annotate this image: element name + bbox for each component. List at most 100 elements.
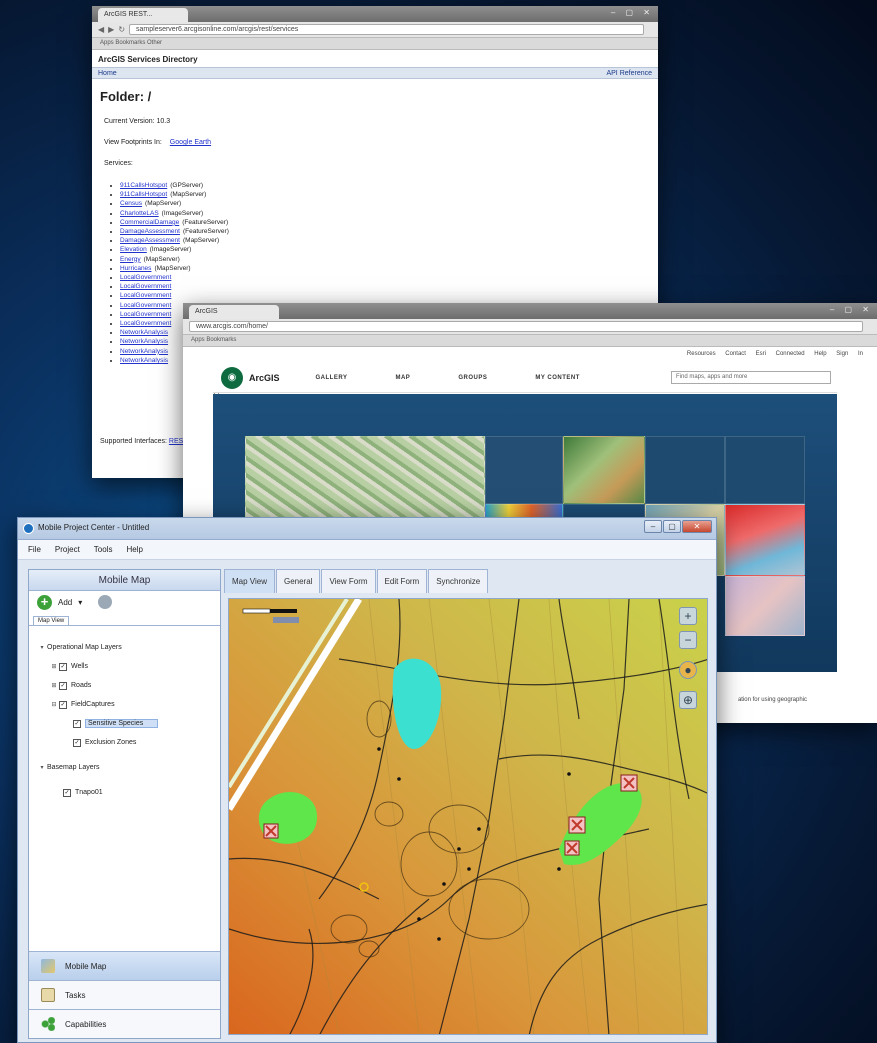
- service-link[interactable]: LocalGovernment: [120, 292, 171, 299]
- service-link[interactable]: LocalGovernment: [120, 302, 171, 309]
- options-icon[interactable]: [98, 595, 113, 609]
- google-earth-link[interactable]: Google Earth: [170, 139, 211, 146]
- full-extent-button[interactable]: ⊕: [679, 691, 697, 709]
- service-item: 911CallsHotspot(MapServer): [120, 190, 658, 199]
- map-thumbnail[interactable]: [725, 436, 805, 504]
- service-link[interactable]: 911CallsHotspot: [120, 191, 167, 198]
- collapse-icon[interactable]: ▾: [37, 644, 47, 651]
- tab-synchronize[interactable]: Synchronize: [428, 569, 489, 593]
- tree-node-sensitive-species[interactable]: ✓ Sensitive Species: [29, 714, 220, 733]
- menu-help[interactable]: Help: [126, 545, 142, 554]
- bookmarks-bar[interactable]: Apps Bookmarks: [183, 335, 877, 347]
- service-link[interactable]: NetworkAnalysis: [120, 338, 168, 345]
- browser-tab[interactable]: ArcGIS: [189, 305, 279, 319]
- service-link[interactable]: 911CallsHotspot: [120, 182, 167, 189]
- search-input[interactable]: Find maps, apps and more: [671, 371, 831, 384]
- service-link[interactable]: Census: [120, 200, 142, 207]
- layer-checkbox[interactable]: ✓: [63, 788, 71, 797]
- service-link[interactable]: Elevation: [120, 246, 147, 253]
- capabilities-nav-button[interactable]: Capabilities: [29, 1009, 220, 1038]
- tab-general[interactable]: General: [275, 569, 321, 593]
- tree-node-operational[interactable]: ▾ Operational Map Layers: [29, 638, 220, 657]
- nav-my-content[interactable]: MY CONTENT: [535, 375, 580, 381]
- url-field[interactable]: sampleserver6.arcgisonline.com/arcgis/re…: [129, 24, 644, 35]
- maximize-button[interactable]: ▢: [663, 520, 681, 533]
- tree-node-basemap[interactable]: ▾ Basemap Layers: [29, 758, 220, 777]
- pan-button[interactable]: ●: [679, 661, 697, 679]
- layer-checkbox[interactable]: ✓: [59, 700, 67, 709]
- service-link[interactable]: NetworkAnalysis: [120, 329, 168, 336]
- map-thumbnail[interactable]: [645, 436, 725, 504]
- layer-checkbox[interactable]: ✓: [73, 719, 81, 728]
- map-view[interactable]: + − ● ⊕: [228, 598, 708, 1035]
- supported-label: Supported Interfaces:: [100, 438, 167, 445]
- service-link[interactable]: LocalGovernment: [120, 311, 171, 318]
- map-thumbnail[interactable]: [485, 436, 563, 504]
- service-link[interactable]: Hurricanes: [120, 265, 151, 272]
- service-link[interactable]: LocalGovernment: [120, 320, 171, 327]
- service-link[interactable]: NetworkAnalysis: [120, 348, 168, 355]
- url-field[interactable]: www.arcgis.com/home/: [189, 321, 863, 332]
- expand-icon[interactable]: ⊞: [49, 682, 59, 689]
- service-link[interactable]: CommercialDamage: [120, 219, 179, 226]
- home-link[interactable]: Home: [98, 70, 117, 77]
- nav-map[interactable]: MAP: [395, 375, 410, 381]
- close-button[interactable]: ✕: [682, 520, 712, 533]
- window-controls[interactable]: – ▢ ✕: [611, 8, 654, 17]
- forward-arrow-icon[interactable]: ▶: [108, 25, 114, 34]
- mobile-map-nav-button[interactable]: Mobile Map: [29, 951, 220, 980]
- zoom-out-button[interactable]: −: [679, 631, 697, 649]
- map-thumbnail[interactable]: [725, 504, 805, 576]
- tree-node-fieldcaptures[interactable]: ⊟ ✓ FieldCaptures: [29, 695, 220, 714]
- address-bar-row: ◀ ▶ ↻ sampleserver6.arcgisonline.com/arc…: [92, 22, 658, 38]
- reload-icon[interactable]: ↻: [118, 25, 125, 34]
- zoom-in-button[interactable]: +: [679, 607, 697, 625]
- top-links[interactable]: Resources Contact Esri Connected Help Si…: [183, 347, 877, 361]
- tree-node-roads[interactable]: ⊞ ✓ Roads: [29, 676, 220, 695]
- services-label: Services:: [104, 160, 133, 167]
- service-link[interactable]: CharlotteLAS: [120, 210, 159, 217]
- collapse-icon[interactable]: ⊟: [49, 701, 59, 708]
- nav-groups[interactable]: GROUPS: [458, 375, 487, 381]
- service-link[interactable]: DamageAssessment: [120, 237, 180, 244]
- browser-tab-bar: ArcGIS REST... – ▢ ✕: [92, 6, 658, 22]
- map-thumbnail[interactable]: [563, 436, 645, 504]
- service-link[interactable]: NetworkAnalysis: [120, 357, 168, 364]
- chevron-down-icon[interactable]: ▾: [78, 598, 82, 607]
- back-arrow-icon[interactable]: ◀: [98, 25, 104, 34]
- add-icon[interactable]: +: [37, 594, 52, 610]
- tab-view-form[interactable]: View Form: [321, 569, 376, 593]
- collapse-icon[interactable]: ▾: [37, 764, 47, 771]
- bookmarks-bar[interactable]: Apps Bookmarks Other: [92, 38, 658, 50]
- tab-edit-form[interactable]: Edit Form: [376, 569, 428, 593]
- service-link[interactable]: LocalGovernment: [120, 274, 171, 281]
- window-controls[interactable]: – ▢ ✕: [830, 305, 873, 314]
- tree-node-tnapo01[interactable]: ✓ Tnapo01: [29, 783, 220, 802]
- service-item: LocalGovernment: [120, 291, 658, 300]
- tree-node-wells[interactable]: ⊞ ✓ Wells: [29, 657, 220, 676]
- tasks-nav-button[interactable]: Tasks: [29, 980, 220, 1009]
- tab-map-view[interactable]: Map View: [224, 569, 275, 593]
- menu-file[interactable]: File: [28, 545, 41, 554]
- layer-checkbox[interactable]: ✓: [59, 681, 67, 690]
- service-link[interactable]: Energy: [120, 256, 141, 263]
- menu-tools[interactable]: Tools: [94, 545, 113, 554]
- layer-checkbox[interactable]: ✓: [73, 738, 81, 747]
- service-link[interactable]: LocalGovernment: [120, 283, 171, 290]
- minimize-button[interactable]: –: [644, 520, 662, 533]
- menu-project[interactable]: Project: [55, 545, 80, 554]
- map-thumbnail[interactable]: [725, 576, 805, 636]
- expand-icon[interactable]: ⊞: [49, 663, 59, 670]
- map-canvas[interactable]: [229, 599, 708, 1035]
- nav-gallery[interactable]: GALLERY: [316, 375, 348, 381]
- mobile-project-center-window: Mobile Project Center - Untitled – ▢ ✕ F…: [17, 517, 717, 1043]
- arcgis-brand[interactable]: ArcGIS: [249, 373, 280, 383]
- map-view-subtab[interactable]: Map View: [33, 616, 70, 625]
- browser-tab[interactable]: ArcGIS REST...: [98, 8, 188, 22]
- api-reference-link[interactable]: API Reference: [606, 70, 652, 77]
- tree-node-exclusion-zones[interactable]: ✓ Exclusion Zones: [29, 733, 220, 752]
- arcgis-logo-icon[interactable]: ◉: [221, 366, 243, 389]
- service-link[interactable]: DamageAssessment: [120, 228, 180, 235]
- add-button[interactable]: Add: [58, 598, 72, 607]
- layer-checkbox[interactable]: ✓: [59, 662, 67, 671]
